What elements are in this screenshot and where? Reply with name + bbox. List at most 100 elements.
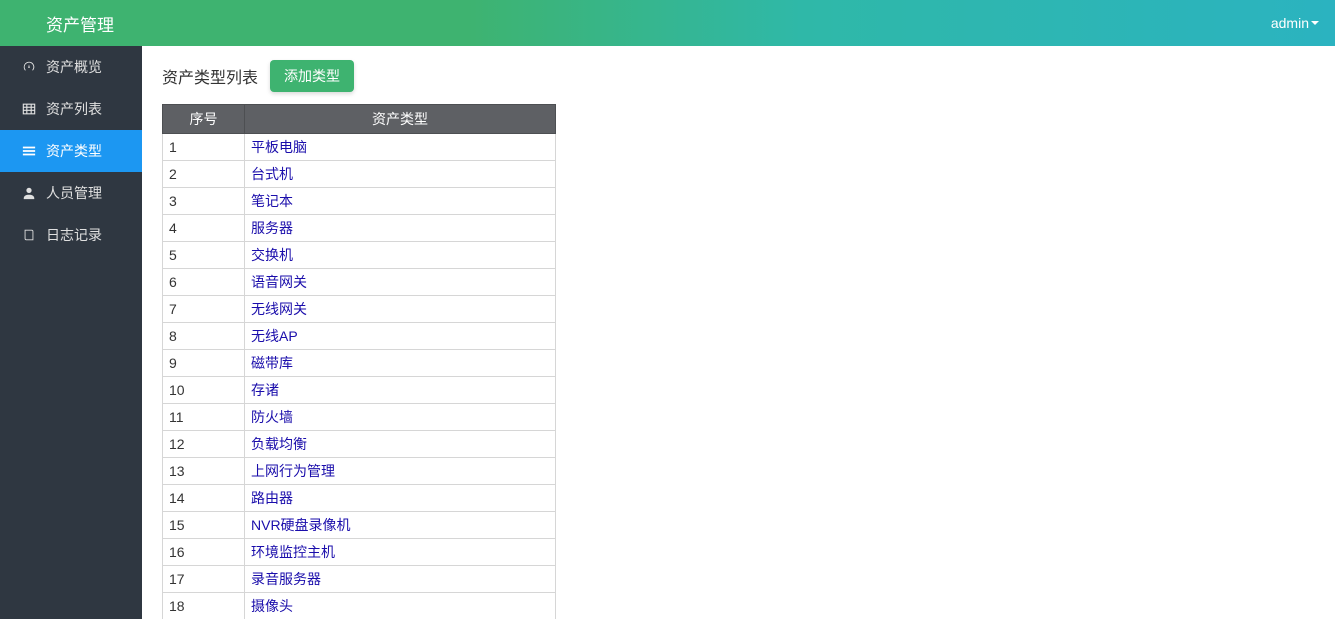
row-index: 2 — [163, 161, 245, 188]
user-icon — [22, 186, 36, 200]
sidebar-item-1[interactable]: 资产列表 — [0, 88, 142, 130]
asset-type-link[interactable]: NVR硬盘录像机 — [251, 517, 351, 533]
row-index: 12 — [163, 431, 245, 458]
row-type-cell: 存诸 — [245, 377, 556, 404]
table-row: 6 语音网关 — [163, 269, 556, 296]
table-row: 18 摄像头 — [163, 593, 556, 619]
row-type-cell: 路由器 — [245, 485, 556, 512]
page-title: 资产类型列表 — [162, 64, 258, 88]
table-row: 4 服务器 — [163, 215, 556, 242]
row-type-cell: 录音服务器 — [245, 566, 556, 593]
col-header-index: 序号 — [163, 105, 245, 134]
asset-type-link[interactable]: 语音网关 — [251, 274, 307, 290]
table-row: 12 负载均衡 — [163, 431, 556, 458]
asset-type-link[interactable]: 摄像头 — [251, 598, 293, 614]
table-row: 16 环境监控主机 — [163, 539, 556, 566]
row-type-cell: 语音网关 — [245, 269, 556, 296]
table-row: 5 交换机 — [163, 242, 556, 269]
table-row: 17 录音服务器 — [163, 566, 556, 593]
row-type-cell: NVR硬盘录像机 — [245, 512, 556, 539]
sidebar-item-label: 资产概览 — [46, 57, 102, 77]
row-type-cell: 摄像头 — [245, 593, 556, 619]
asset-type-link[interactable]: 笔记本 — [251, 193, 293, 209]
row-index: 6 — [163, 269, 245, 296]
table-row: 9 磁带库 — [163, 350, 556, 377]
row-type-cell: 无线AP — [245, 323, 556, 350]
sidebar-item-label: 资产类型 — [46, 141, 102, 161]
asset-type-link[interactable]: 防火墙 — [251, 409, 293, 425]
sidebar-item-label: 资产列表 — [46, 99, 102, 119]
row-index: 10 — [163, 377, 245, 404]
row-index: 16 — [163, 539, 245, 566]
row-type-cell: 上网行为管理 — [245, 458, 556, 485]
row-index: 3 — [163, 188, 245, 215]
table-row: 15 NVR硬盘录像机 — [163, 512, 556, 539]
sidebar-item-label: 人员管理 — [46, 183, 102, 203]
app-title: 资产管理 — [46, 11, 114, 36]
user-menu[interactable]: admin — [1271, 15, 1319, 31]
row-index: 17 — [163, 566, 245, 593]
table-row: 13 上网行为管理 — [163, 458, 556, 485]
user-name: admin — [1271, 15, 1309, 31]
table-row: 3 笔记本 — [163, 188, 556, 215]
table-row: 14 路由器 — [163, 485, 556, 512]
header: 资产管理 admin — [0, 0, 1335, 46]
asset-type-link[interactable]: 磁带库 — [251, 355, 293, 371]
asset-type-link[interactable]: 负载均衡 — [251, 436, 307, 452]
asset-type-link[interactable]: 无线AP — [251, 328, 298, 344]
asset-type-link[interactable]: 台式机 — [251, 166, 293, 182]
main-content: 资产类型列表 添加类型 序号 资产类型 1 平板电脑 2 台式机 3 笔记本 4 服务器 5 交换… — [142, 46, 1335, 619]
asset-type-table: 序号 资产类型 1 平板电脑 2 台式机 3 笔记本 4 服务器 5 交换机 6 语音网关 7 无线网关 8… — [162, 104, 556, 619]
dashboard-icon — [22, 60, 36, 74]
sidebar: 资产概览资产列表资产类型人员管理日志记录 — [0, 46, 142, 619]
row-type-cell: 服务器 — [245, 215, 556, 242]
table-row: 10 存诸 — [163, 377, 556, 404]
asset-type-link[interactable]: 上网行为管理 — [251, 463, 335, 479]
add-type-button[interactable]: 添加类型 — [270, 60, 354, 92]
asset-type-link[interactable]: 录音服务器 — [251, 571, 321, 587]
row-index: 7 — [163, 296, 245, 323]
page-heading: 资产类型列表 添加类型 — [162, 60, 1315, 92]
table-row: 11 防火墙 — [163, 404, 556, 431]
asset-type-link[interactable]: 无线网关 — [251, 301, 307, 317]
menu-icon — [22, 144, 36, 158]
row-type-cell: 防火墙 — [245, 404, 556, 431]
asset-type-link[interactable]: 交换机 — [251, 247, 293, 263]
table-row: 2 台式机 — [163, 161, 556, 188]
row-index: 5 — [163, 242, 245, 269]
row-index: 18 — [163, 593, 245, 619]
row-index: 8 — [163, 323, 245, 350]
table-row: 7 无线网关 — [163, 296, 556, 323]
row-index: 15 — [163, 512, 245, 539]
row-index: 4 — [163, 215, 245, 242]
row-type-cell: 无线网关 — [245, 296, 556, 323]
row-index: 13 — [163, 458, 245, 485]
asset-type-link[interactable]: 环境监控主机 — [251, 544, 335, 560]
asset-type-link[interactable]: 服务器 — [251, 220, 293, 236]
sidebar-item-3[interactable]: 人员管理 — [0, 172, 142, 214]
sidebar-item-2[interactable]: 资产类型 — [0, 130, 142, 172]
col-header-type: 资产类型 — [245, 105, 556, 134]
sidebar-item-4[interactable]: 日志记录 — [0, 214, 142, 256]
row-type-cell: 平板电脑 — [245, 134, 556, 161]
row-type-cell: 交换机 — [245, 242, 556, 269]
grid-icon — [22, 102, 36, 116]
asset-type-link[interactable]: 存诸 — [251, 382, 279, 398]
row-index: 11 — [163, 404, 245, 431]
row-type-cell: 台式机 — [245, 161, 556, 188]
row-index: 9 — [163, 350, 245, 377]
row-type-cell: 磁带库 — [245, 350, 556, 377]
asset-type-link[interactable]: 路由器 — [251, 490, 293, 506]
row-type-cell: 环境监控主机 — [245, 539, 556, 566]
table-row: 1 平板电脑 — [163, 134, 556, 161]
sidebar-item-label: 日志记录 — [46, 225, 102, 245]
table-row: 8 无线AP — [163, 323, 556, 350]
row-index: 1 — [163, 134, 245, 161]
book-icon — [22, 228, 36, 242]
sidebar-item-0[interactable]: 资产概览 — [0, 46, 142, 88]
row-type-cell: 笔记本 — [245, 188, 556, 215]
asset-type-link[interactable]: 平板电脑 — [251, 139, 307, 155]
row-type-cell: 负载均衡 — [245, 431, 556, 458]
row-index: 14 — [163, 485, 245, 512]
chevron-down-icon — [1311, 21, 1319, 25]
